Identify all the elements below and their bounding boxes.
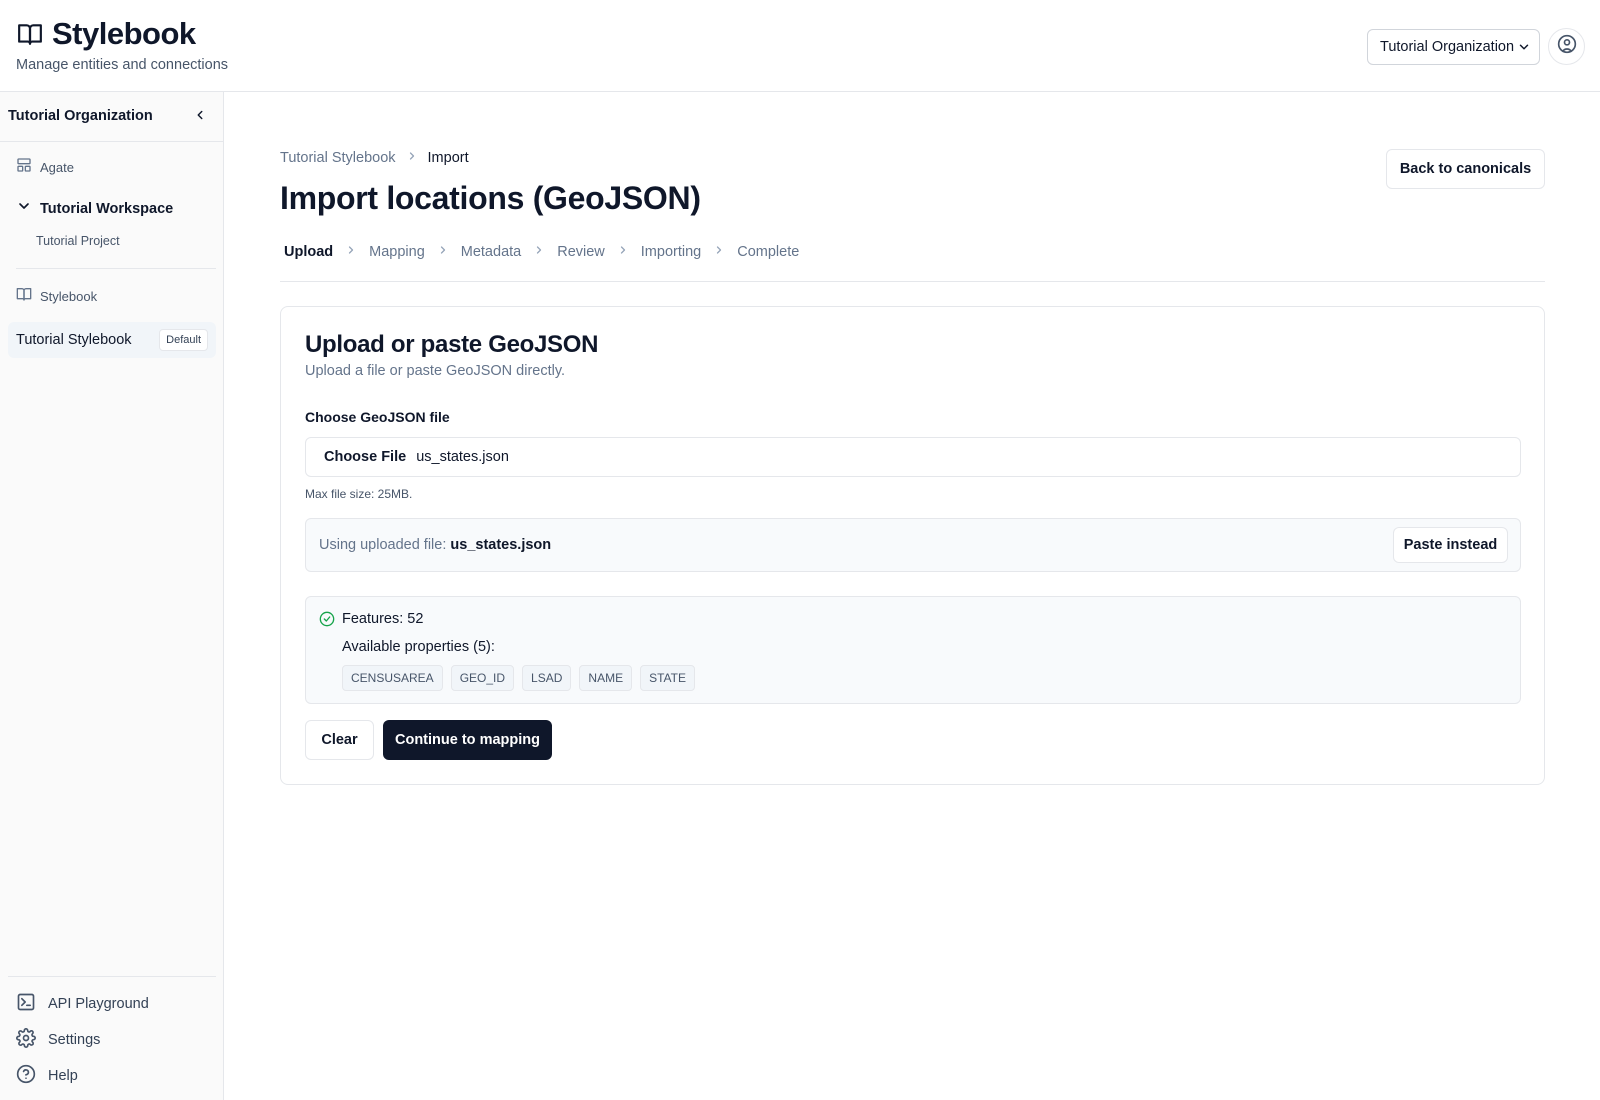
terminal-icon — [16, 992, 36, 1016]
check-circle-icon — [319, 611, 335, 632]
breadcrumb: Tutorial Stylebook Import — [280, 150, 469, 166]
brand-subtitle: Manage entities and connections — [16, 57, 229, 73]
property-tag: CENSUSAREA — [342, 665, 443, 691]
sidebar-item-label: API Playground — [48, 996, 149, 1012]
brand-title: Stylebook — [52, 16, 196, 51]
divider — [0, 141, 224, 142]
clear-button[interactable]: Clear — [305, 720, 374, 760]
uploaded-file-name: us_states.json — [450, 537, 552, 553]
step-upload: Upload — [284, 244, 334, 260]
property-tag: GEO_ID — [450, 665, 515, 691]
step-complete: Complete — [737, 244, 800, 260]
file-input[interactable]: Choose File us_states.json — [305, 437, 1521, 477]
sidebar-section-label: Stylebook — [40, 289, 98, 304]
features-count: Features: 52 — [342, 611, 424, 627]
sidebar-workspace[interactable]: Tutorial Workspace — [16, 198, 173, 219]
upload-card: Upload or paste GeoJSON Upload a file or… — [280, 306, 1545, 785]
paste-instead-button[interactable]: Paste instead — [1393, 527, 1508, 563]
sidebar-section-agate[interactable]: Agate — [16, 157, 74, 178]
card-subtitle: Upload a file or paste GeoJSON directly. — [305, 363, 566, 379]
available-properties-label: Available properties (5): — [342, 639, 495, 655]
property-tags: CENSUSAREA GEO_ID LSAD NAME STATE — [342, 665, 695, 691]
breadcrumb-current: Import — [427, 150, 469, 166]
organization-select-value: Tutorial Organization — [1380, 39, 1515, 55]
sidebar-item-label: Tutorial Stylebook — [16, 332, 132, 348]
brand[interactable]: Stylebook — [16, 16, 196, 52]
sidebar-project-label: Tutorial Project — [36, 234, 120, 248]
step-importing: Importing — [640, 244, 702, 260]
sidebar-collapse-button[interactable] — [190, 107, 210, 127]
selected-file-name: us_states.json — [416, 449, 509, 465]
sidebar-section-stylebook[interactable]: Stylebook — [16, 286, 97, 307]
sidebar-item-help[interactable]: Help — [16, 1064, 78, 1088]
layout-icon — [16, 157, 32, 178]
sidebar-item-api-playground[interactable]: API Playground — [16, 992, 149, 1016]
organization-select[interactable]: Tutorial Organization — [1367, 29, 1540, 65]
back-to-canonicals-button[interactable]: Back to canonicals — [1386, 149, 1545, 189]
chevron-down-icon — [16, 198, 32, 219]
file-size-hint: Max file size: 25MB. — [305, 487, 413, 501]
chevron-right-icon — [617, 244, 629, 260]
sidebar-section-label: Agate — [40, 160, 74, 175]
sidebar-item-tutorial-stylebook[interactable]: Tutorial Stylebook Default — [8, 322, 216, 358]
sidebar-item-label: Help — [48, 1068, 78, 1084]
chevron-right-icon — [533, 244, 545, 260]
chevron-right-icon — [345, 244, 357, 260]
breadcrumb-link[interactable]: Tutorial Stylebook — [280, 150, 396, 166]
step-metadata: Metadata — [460, 244, 522, 260]
help-icon — [16, 1064, 36, 1088]
divider — [16, 268, 216, 269]
divider — [280, 281, 1545, 282]
sidebar-item-settings[interactable]: Settings — [16, 1028, 100, 1052]
uploaded-file-prefix: Using uploaded file: — [319, 537, 447, 553]
sidebar-org-name: Tutorial Organization — [8, 108, 153, 124]
sidebar: Tutorial Organization Agate Tutorial Wor… — [0, 92, 224, 1100]
import-steps: Upload Mapping Metadata Review Importing… — [284, 244, 799, 260]
geojson-summary: Features: 52 Available properties (5): C… — [305, 596, 1521, 704]
uploaded-file-panel: Using uploaded file: us_states.json Past… — [305, 518, 1521, 572]
book-icon — [16, 20, 44, 48]
divider — [8, 976, 216, 977]
chevron-down-icon — [1517, 40, 1531, 58]
page-title: Import locations (GeoJSON) — [280, 180, 701, 216]
sidebar-item-label: Settings — [48, 1032, 101, 1048]
chevron-left-icon — [193, 108, 207, 127]
chevron-right-icon — [437, 244, 449, 260]
property-tag: LSAD — [522, 665, 572, 691]
property-tag: NAME — [579, 665, 633, 691]
sidebar-project[interactable]: Tutorial Project — [36, 234, 120, 248]
default-badge: Default — [159, 329, 208, 351]
gear-icon — [16, 1028, 36, 1052]
card-title: Upload or paste GeoJSON — [305, 331, 599, 358]
user-circle-icon — [1557, 34, 1577, 59]
step-mapping: Mapping — [369, 244, 425, 260]
sidebar-workspace-label: Tutorial Workspace — [40, 200, 174, 217]
file-field-label: Choose GeoJSON file — [305, 409, 450, 425]
chevron-right-icon — [406, 150, 418, 166]
step-review: Review — [557, 244, 605, 260]
book-icon — [16, 286, 32, 307]
uploaded-file-status: Using uploaded file: us_states.json — [319, 537, 551, 553]
user-menu-button[interactable] — [1548, 28, 1585, 65]
choose-file-button[interactable]: Choose File — [324, 449, 406, 465]
app-header: Stylebook Manage entities and connection… — [0, 0, 1600, 92]
property-tag: STATE — [640, 665, 695, 691]
chevron-right-icon — [713, 244, 725, 260]
continue-to-mapping-button[interactable]: Continue to mapping — [383, 720, 552, 760]
